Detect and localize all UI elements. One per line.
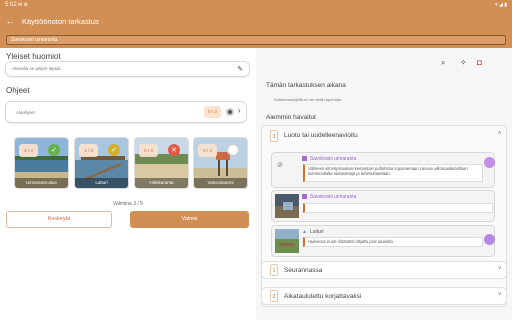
interrupt-button[interactable]: Keskeytä [6,211,112,228]
general-notes-title: Yleiset huomiot [6,52,61,61]
finding-note: Välineen kiinnityslaukset keinantain puh… [303,164,483,182]
area-card-laituri[interactable]: 3 / 3 ✓ Laituri [74,137,129,189]
chevron-down-icon[interactable]: ˅ [498,266,502,272]
group-badge: 1 [270,264,278,276]
this-inspection-empty: Kohdeeseisijöitä ei ole vielä raportoitu… [274,97,343,102]
check-icon: ✓ [108,144,120,156]
group-title: Aikataulutettu korjattavaksi [284,293,362,300]
search-icon[interactable]: ⌕ [441,58,445,68]
close-icon: ✕ [168,144,180,156]
this-inspection-title: Tämän tarkastuksen aikana [266,82,346,89]
finding-place: Laituri [310,229,324,235]
status-empty-icon [227,144,239,156]
group-badge: 2 [270,290,278,302]
area-card-hiekkaranta[interactable]: 0 / 3 ✕ Hiekkaranta [134,137,189,189]
area-card-uimaranta[interactable]: 4 / 4 ✓ Uimaranta-alue [14,137,69,189]
app-bar: ← Käyttöönoton tarkastus [0,11,512,32]
status-indicators-icon: ▾ ◢ ▮ [495,2,507,8]
no-image-icon: ⊘ [277,162,283,169]
instructions-field[interactable]: Alaohjeet 0 / 3 [6,102,246,122]
finding-photo [275,229,299,253]
card-count: 4 / 4 [19,144,38,157]
chevron-right-icon[interactable]: › [238,106,241,115]
findings-group-scheduled[interactable]: 2 Aikataulutettu korjattavaksi ˅ [262,288,506,304]
instructions-badge: 0 / 3 [204,106,221,118]
place-icon [302,156,307,161]
finding-item[interactable]: Savokoski uimaranta [272,191,494,221]
finding-item[interactable]: ▲ Laituri Huleessä ei ole riittävästi oh… [272,226,495,256]
finding-note [303,203,493,213]
status-notification-icon: ✉ ⚙ [18,2,29,8]
previous-title: Aiemmin havaitut [266,114,316,121]
chevron-up-icon[interactable]: ˄ [498,131,502,137]
card-label: Laituri [75,178,128,188]
place-chip[interactable]: Savokoski uimaranta [6,35,506,45]
group-title[interactable]: Luotu tai uudelleenavioitu [284,132,358,139]
finding-item[interactable]: ⊘ Savokoski uimaranta Välineen kiinnitys… [272,153,495,187]
edit-pencil-icon[interactable]: ✎ [237,65,243,73]
group-title: Seurannassa [284,267,323,274]
card-label: Uimaranta-alue [15,178,68,188]
finding-note: Huleessä ei ole riittävästi ohjattu pois… [303,237,483,247]
status-time: 5:02 [5,2,17,8]
back-arrow-icon[interactable]: ← [4,15,16,27]
card-count: 0 / 3 [139,144,158,157]
instructions-field-label: Alaohjeet [16,110,35,115]
card-count: 3 / 3 [79,144,98,157]
instructions-toggle[interactable] [226,108,234,116]
place-icon [302,194,307,199]
finding-place: Savokoski uimaranta [310,156,357,162]
progress-text: Valmiina 3 / 5 [113,201,143,207]
area-card-valvontatorni[interactable]: 0 / 3 Valvontatorni [193,137,248,189]
card-label: Hiekkaranta [135,178,188,188]
avatar [484,234,495,245]
card-label: Valvontatorni [194,178,247,188]
chevron-down-icon[interactable]: ˅ [498,292,502,298]
finding-photo [275,194,299,218]
status-bar: 5:02 ✉ ⚙ ▾ ◢ ▮ [0,0,512,11]
card-count: 0 / 3 [198,144,217,157]
page-title: Käyttöönoton tarkastus [22,17,99,26]
check-icon: ✓ [48,144,60,156]
general-notes-value: Alueella on paljon lapsia [12,66,61,71]
pier-icon: ▲ [302,229,307,235]
finding-place: Savokoski uimaranta [310,194,357,200]
instructions-title: Ohjeet [6,86,30,95]
done-button[interactable]: Valmis [130,211,249,228]
camera-icon[interactable]: ◘ [477,58,482,67]
right-panel: ⌕ ✧ ◘ Tämän tarkastuksen aikana Kohdeese… [256,48,512,320]
avatar [484,157,495,168]
general-notes-field[interactable]: Alueella on paljon lapsia ✎ [6,62,249,76]
left-panel: Yleiset huomiot Alueella on paljon lapsi… [0,48,256,320]
findings-group-monitoring[interactable]: 1 Seurannassa ˅ [262,262,506,278]
magic-wand-icon[interactable]: ✧ [460,58,467,67]
group-badge: 3 [270,130,278,142]
